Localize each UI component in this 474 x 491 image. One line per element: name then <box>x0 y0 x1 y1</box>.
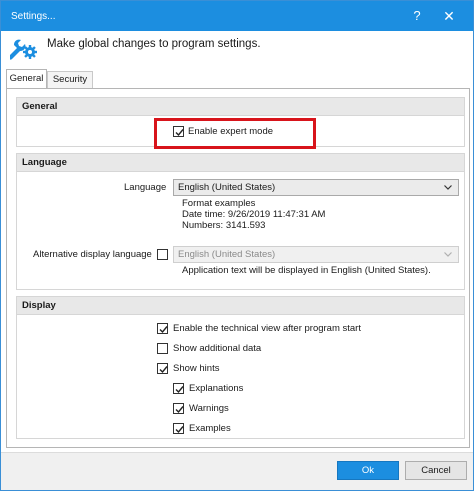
format-numbers: Numbers: 3141.593 <box>182 220 266 231</box>
technical-view-label[interactable]: Enable the technical view after program … <box>173 323 361 334</box>
chevron-down-icon <box>444 252 452 257</box>
cancel-button[interactable]: Cancel <box>405 461 467 480</box>
warnings-label[interactable]: Warnings <box>189 403 229 414</box>
alt-language-note: Application text will be displayed in En… <box>182 265 431 276</box>
tab-general[interactable]: General <box>6 69 47 89</box>
settings-wrench-gear-icon <box>10 39 37 60</box>
general-group: General Enable expert mode <box>16 97 465 149</box>
format-date-time: Date time: 9/26/2019 11:47:31 AM <box>182 209 326 220</box>
language-group-header: Language <box>17 154 464 172</box>
display-group: Display Enable the technical view after … <box>16 296 465 439</box>
checkmark-icon <box>175 386 184 394</box>
tab-security[interactable]: Security <box>47 71 93 88</box>
title-bar: Settings... ? ✕ <box>1 1 473 31</box>
language-label: Language <box>124 182 167 193</box>
technical-view-checkbox[interactable] <box>157 323 168 334</box>
alt-display-language-checkbox[interactable] <box>157 249 168 260</box>
general-group-header: General <box>17 98 464 116</box>
settings-window: Settings... ? ✕ Make global changes to p… <box>0 0 474 491</box>
checkmark-icon <box>175 406 184 414</box>
header-description: Make global changes to program settings. <box>47 38 261 50</box>
format-examples-title: Format examples <box>182 198 256 209</box>
additional-data-checkbox[interactable] <box>157 343 168 354</box>
expert-mode-label[interactable]: Enable expert mode <box>188 126 273 137</box>
additional-data-label[interactable]: Show additional data <box>173 343 261 354</box>
checkmark-icon <box>159 366 168 374</box>
warnings-checkbox[interactable] <box>173 403 184 414</box>
show-hints-checkbox[interactable] <box>157 363 168 374</box>
display-group-header: Display <box>17 297 464 315</box>
examples-label[interactable]: Examples <box>189 423 231 434</box>
language-group: Language Language English (United States… <box>16 153 465 290</box>
help-button[interactable]: ? <box>406 5 428 27</box>
explanations-checkbox[interactable] <box>173 383 184 394</box>
checkmark-icon <box>175 426 184 434</box>
dialog-footer: Ok Cancel <box>1 452 473 490</box>
window-title: Settings... <box>11 11 56 22</box>
expert-mode-checkbox[interactable] <box>173 126 184 137</box>
chevron-down-icon <box>444 185 452 190</box>
examples-checkbox[interactable] <box>173 423 184 434</box>
close-button[interactable]: ✕ <box>438 5 460 27</box>
checkmark-icon <box>175 129 184 137</box>
alt-language-select-value: English (United States) <box>178 249 276 260</box>
language-select-value: English (United States) <box>178 182 276 193</box>
ok-button[interactable]: Ok <box>337 461 399 480</box>
show-hints-label[interactable]: Show hints <box>173 363 219 374</box>
explanations-label[interactable]: Explanations <box>189 383 243 394</box>
checkmark-icon <box>159 326 168 334</box>
language-select[interactable]: English (United States) <box>173 179 459 196</box>
general-tab-panel: General Enable expert mode Language Lang… <box>6 88 470 448</box>
alt-display-language-label: Alternative display language <box>33 249 152 260</box>
alt-language-select[interactable]: English (United States) <box>173 246 459 263</box>
